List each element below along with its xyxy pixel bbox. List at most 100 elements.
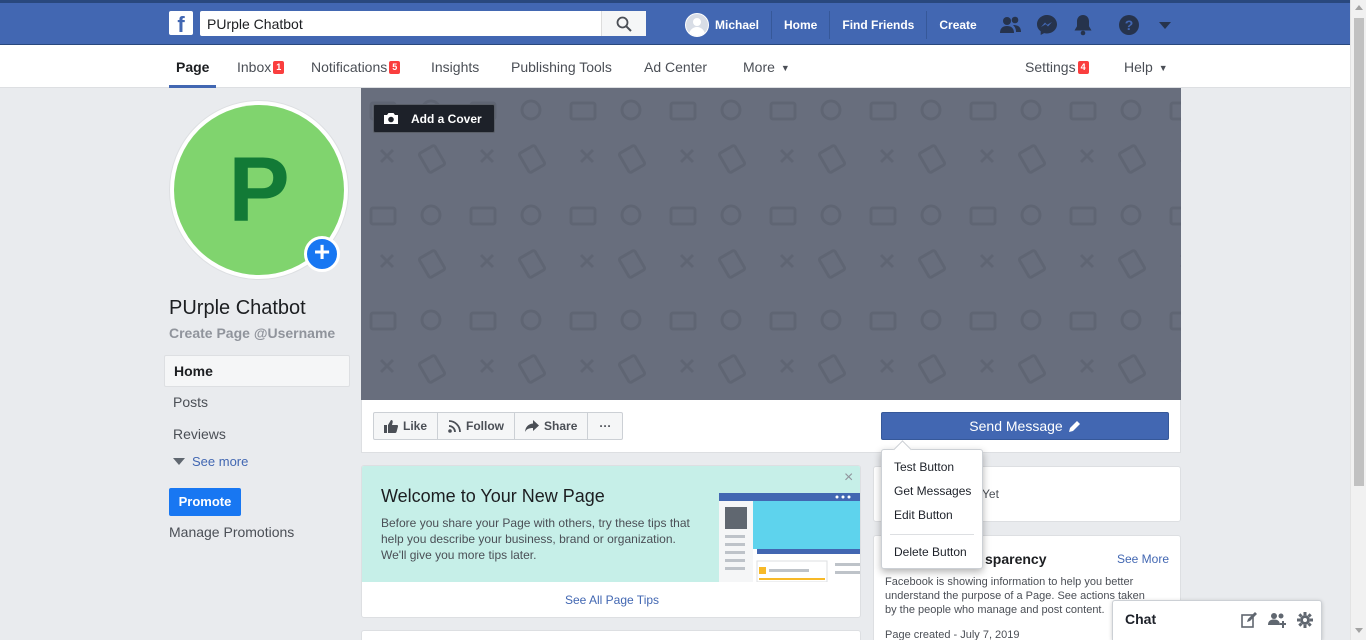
chat-bar[interactable]: Chat — [1112, 600, 1322, 640]
add-cover-button[interactable]: Add a Cover — [373, 104, 495, 133]
top-nav: Michael Home Find Friends Create — [685, 11, 989, 39]
tab-notifications[interactable]: Notifications 5 — [311, 59, 401, 88]
tab-more-label: More — [743, 59, 775, 75]
share-label: Share — [544, 419, 578, 433]
see-all-page-tips-link[interactable]: See All Page Tips — [362, 593, 860, 607]
add-photo-button[interactable]: + — [304, 236, 340, 272]
find-friends-link[interactable]: Find Friends — [830, 11, 928, 39]
tab-more[interactable]: More ▼ — [743, 59, 790, 88]
like-button[interactable]: Like — [374, 413, 439, 439]
messenger-button[interactable] — [1032, 11, 1062, 39]
promote-button[interactable]: Promote — [169, 488, 241, 516]
compose-button[interactable] — [1235, 610, 1263, 630]
triangle-down-icon — [173, 458, 185, 465]
settings-badge: 4 — [1077, 61, 1089, 74]
see-more-label: See more — [192, 454, 249, 469]
search-icon — [616, 16, 632, 32]
bell-icon — [1074, 15, 1092, 36]
inbox-badge: 1 — [273, 61, 285, 74]
menu-item-get-messages[interactable]: Get Messages — [894, 484, 971, 498]
send-message-button[interactable]: Send Message — [881, 412, 1169, 440]
close-icon[interactable]: × — [844, 469, 853, 487]
gear-icon — [1297, 612, 1313, 628]
tab-settings-label: Settings — [1025, 59, 1076, 75]
friends-icon — [1000, 16, 1021, 33]
notifications-badge: 5 — [389, 61, 401, 74]
search-input[interactable] — [200, 11, 600, 36]
status-text: Yet — [982, 487, 999, 501]
add-cover-label: Add a Cover — [411, 111, 482, 126]
tab-page-label: Page — [176, 59, 210, 75]
pencil-icon — [1068, 421, 1080, 432]
search-box — [200, 11, 646, 36]
search-button[interactable] — [601, 11, 646, 36]
welcome-title: Welcome to Your New Page — [381, 486, 605, 506]
scroll-thumb[interactable] — [1354, 18, 1364, 486]
avatar[interactable] — [685, 13, 709, 37]
transparency-title: sparency — [985, 551, 1047, 567]
help-button[interactable]: ? — [1114, 11, 1144, 39]
send-message-dropdown: Test Button Get Messages Edit Button Del… — [881, 449, 983, 569]
tab-insights[interactable]: Insights — [431, 59, 479, 88]
left-menu-home[interactable]: Home — [164, 355, 350, 387]
tab-page[interactable]: Page — [169, 59, 217, 88]
caret-down-icon: ▼ — [1158, 63, 1168, 73]
home-link[interactable]: Home — [772, 11, 831, 39]
camera-icon — [384, 113, 398, 124]
page-created-date: Page created - July 7, 2019 — [885, 629, 1020, 640]
menu-item-test-button[interactable]: Test Button — [894, 460, 954, 474]
new-group-button[interactable] — [1263, 610, 1291, 630]
account-menu-button[interactable] — [1150, 11, 1180, 39]
next-card — [361, 630, 861, 640]
see-more-link[interactable]: See more — [173, 454, 248, 469]
tab-publishing-tools[interactable]: Publishing Tools — [511, 59, 612, 88]
welcome-text: Before you share your Page with others, … — [381, 516, 690, 562]
left-menu-reviews[interactable]: Reviews — [164, 419, 350, 451]
top-icons: ? — [996, 11, 1186, 39]
scroll-down-arrow-icon[interactable] — [1355, 628, 1363, 633]
chat-label: Chat — [1125, 611, 1157, 627]
notifications-button[interactable] — [1068, 11, 1098, 39]
share-icon — [525, 420, 540, 432]
menu-item-edit-button[interactable]: Edit Button — [894, 508, 953, 522]
friend-requests-button[interactable] — [996, 11, 1026, 39]
page-nav: Page Inbox 1 Notifications 5 Insights Publ… — [0, 45, 1350, 88]
tab-help-label: Help — [1124, 59, 1153, 75]
transparency-see-more-link[interactable]: See More — [1117, 552, 1169, 566]
welcome-card: Welcome to Your New Page Before you shar… — [361, 465, 861, 618]
tab-inbox[interactable]: Inbox 1 — [237, 59, 285, 88]
action-buttons: Like Follow Share ··· — [373, 412, 624, 440]
tab-settings[interactable]: Settings 4 — [1025, 59, 1089, 88]
chat-icons — [1235, 610, 1319, 630]
more-options-button[interactable]: ··· — [588, 413, 622, 439]
tab-notifications-label: Notifications — [311, 59, 388, 75]
follow-button[interactable]: Follow — [438, 413, 516, 439]
group-icon — [1268, 613, 1286, 628]
scroll-up-arrow-icon[interactable] — [1355, 5, 1363, 10]
tab-ad-center[interactable]: Ad Center — [644, 59, 707, 88]
follow-icon — [448, 419, 461, 433]
like-label: Like — [403, 419, 428, 433]
manage-promotions-link[interactable]: Manage Promotions — [169, 524, 294, 540]
caret-down-icon — [1159, 22, 1171, 29]
vertical-scrollbar[interactable] — [1350, 0, 1366, 640]
chat-settings-button[interactable] — [1291, 610, 1319, 630]
share-button[interactable]: Share — [515, 413, 589, 439]
facebook-logo-icon[interactable]: f — [169, 11, 193, 35]
create-link[interactable]: Create — [927, 11, 988, 39]
follow-label: Follow — [466, 419, 505, 433]
send-message-label: Send Message — [969, 418, 1063, 434]
like-icon — [384, 419, 398, 433]
cover-photo[interactable] — [361, 88, 1181, 400]
tab-help[interactable]: Help ▼ — [1124, 59, 1168, 88]
create-username-link[interactable]: Create Page @Username — [169, 325, 335, 341]
tab-inbox-label: Inbox — [237, 59, 272, 75]
left-menu: Home Posts Reviews — [164, 355, 350, 451]
menu-item-delete-button[interactable]: Delete Button — [894, 545, 967, 559]
help-icon: ? — [1119, 15, 1139, 35]
compose-icon — [1241, 612, 1257, 628]
left-menu-posts[interactable]: Posts — [164, 387, 350, 419]
profile-link[interactable]: Michael — [715, 11, 773, 39]
page-title: PUrple Chatbot — [169, 297, 306, 319]
messenger-icon — [1037, 15, 1057, 35]
